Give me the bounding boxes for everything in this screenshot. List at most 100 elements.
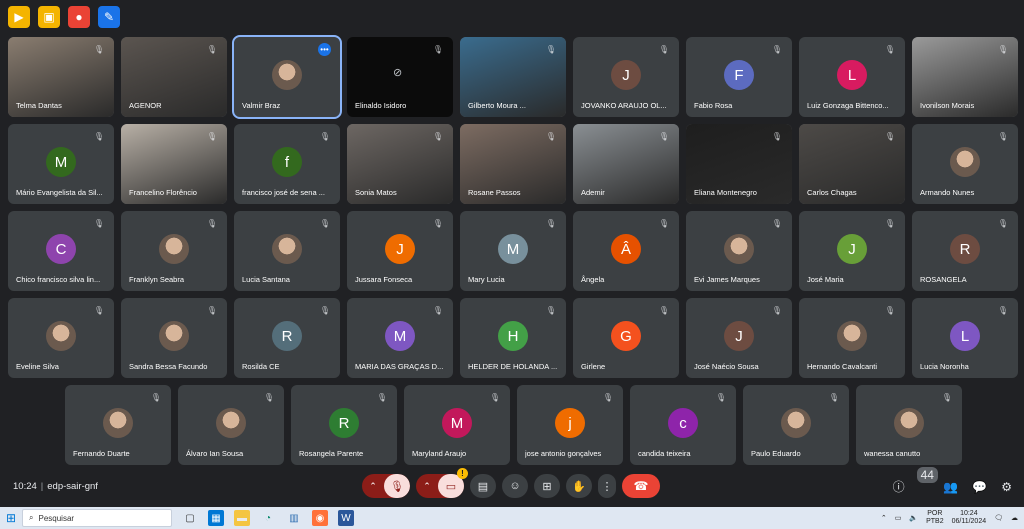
participant-tile[interactable]: f 🎙 francisco josé de sena ... [234, 124, 340, 204]
volume-icon[interactable]: 🔈 [909, 514, 918, 522]
participant-name: Telma Dantas [16, 101, 62, 110]
participant-tile[interactable]: 🎙 Franklyn Seabra [121, 211, 227, 291]
mic-muted-icon: 🎙 [206, 218, 218, 228]
participant-tile[interactable]: 🎙 Hernando Cavalcanti [799, 298, 905, 378]
participant-tile[interactable]: F 🎙 Fabio Rosa [686, 37, 792, 117]
participant-tile[interactable]: L 🎙 Lucia Noronha [912, 298, 1018, 378]
participant-tile[interactable]: 🎙 Francelino Florêncio [121, 124, 227, 204]
language-indicator[interactable]: POR PTB2 [926, 510, 944, 526]
reactions-button[interactable]: ☺ [502, 474, 528, 498]
more-options-button[interactable]: ⋮ [598, 474, 616, 498]
participant-name: Valmir Braz [242, 101, 281, 110]
participant-tile[interactable]: 🎙 Paulo Eduardo [743, 385, 849, 465]
network-icon[interactable]: ▭ [895, 514, 902, 522]
participant-tile[interactable]: 🎙 Lucia Santana [234, 211, 340, 291]
ext-icon-4[interactable]: ✎ [98, 6, 120, 28]
participant-tile[interactable]: Â 🎙 Ângela [573, 211, 679, 291]
participant-tile[interactable]: 🎙 Eliana Montenegro [686, 124, 792, 204]
app-icon[interactable]: ▥ [286, 510, 302, 526]
activities-icon[interactable]: ⚙ [1001, 480, 1012, 494]
participant-tile[interactable]: J 🎙 JOVANKO ARAUJO OL... [573, 37, 679, 117]
meeting-time: 10:24 [13, 481, 37, 492]
participant-tile[interactable]: H 🎙 HELDER DE HOLANDA ... [460, 298, 566, 378]
participant-name: Sandra Bessa Facundo [129, 362, 208, 371]
language-code: POR [927, 510, 943, 517]
participant-tile[interactable]: M 🎙 Maryland Araujo [404, 385, 510, 465]
captions-button[interactable]: ▤ [470, 474, 496, 498]
participant-name: Girlene [581, 362, 606, 371]
participant-tile[interactable]: R 🎙 Rosangela Parente [291, 385, 397, 465]
participant-tile[interactable]: 🎙 Fernando Duarte [65, 385, 171, 465]
participant-name: wanessa canutto [864, 449, 921, 458]
raise-hand-button[interactable]: ✋ [566, 474, 592, 498]
avatar: J [385, 234, 415, 264]
avatar-photo [272, 60, 302, 90]
participant-tile[interactable]: J 🎙 Jussara Fonseca [347, 211, 453, 291]
file-explorer-icon[interactable]: ▬ [234, 510, 250, 526]
notifications-icon[interactable]: 🗨 [994, 514, 1003, 522]
participant-tile[interactable]: 🎙 Armando Nunes [912, 124, 1018, 204]
participant-tile[interactable]: 🎙 Sonia Matos [347, 124, 453, 204]
participant-tile[interactable]: c 🎙 candida teixeira [630, 385, 736, 465]
avatar-photo [103, 408, 133, 438]
participant-tile[interactable]: 🎙 Carlos Chagas [799, 124, 905, 204]
participant-tile[interactable]: M 🎙 MARIA DAS GRAÇAS D... [347, 298, 453, 378]
mic-muted-icon: 🎙 [545, 131, 557, 141]
leave-call-button[interactable]: ☎ [622, 474, 660, 498]
participant-tile[interactable]: G 🎙 Girlene [573, 298, 679, 378]
weather-icon[interactable]: ☁ [1011, 514, 1018, 522]
participant-tile[interactable]: 🎙 Rosane Passos [460, 124, 566, 204]
participant-tile[interactable]: 🎙 Ademir [573, 124, 679, 204]
participant-tile[interactable]: 🎙 Telma Dantas [8, 37, 114, 117]
windows-start-icon[interactable]: ⊞ [0, 507, 22, 529]
captions-icon: ▤ [477, 480, 489, 493]
people-button[interactable]: 44 👥 [916, 466, 958, 494]
task-view-icon[interactable]: ▢ [182, 510, 198, 526]
participant-tile[interactable]: 🎙 Evi James Marques [686, 211, 792, 291]
participant-name: Fabio Rosa [694, 101, 733, 110]
taskbar-search-input[interactable]: ⌕ Pesquisar [22, 509, 172, 527]
participant-tile[interactable]: j 🎙 jose antonio gonçalves [517, 385, 623, 465]
edge-icon[interactable]: ◔ [260, 510, 276, 526]
extension-bar: ▶ ▣ ● ✎ [8, 6, 120, 28]
mic-off-button[interactable]: 🎙 [384, 474, 410, 498]
mic-muted-icon: 🎙 [545, 218, 557, 228]
avatar: M [385, 321, 415, 351]
ext-icon-3[interactable]: ● [68, 6, 90, 28]
participant-tile[interactable]: ••• Valmir Braz [232, 35, 342, 119]
participant-tile[interactable]: 🎙 Eveline Silva [8, 298, 114, 378]
ext-icon-1[interactable]: ▶ [8, 6, 30, 28]
participant-tile[interactable]: L 🎙 Luiz Gonzaga Bittenco... [799, 37, 905, 117]
mic-options-chevron-icon[interactable]: ⌃ [362, 474, 384, 498]
participant-tile[interactable]: C 🎙 Chico francisco silva lin... [8, 211, 114, 291]
camera-options-chevron-icon[interactable]: ⌃ [416, 474, 438, 498]
participant-tile[interactable]: ⊘ 🎙 Elinaldo Isidoro [347, 37, 453, 117]
participant-tile[interactable]: 🎙 AGENOR [121, 37, 227, 117]
firefox-icon[interactable]: ◉ [312, 510, 328, 526]
tray-chevron-icon[interactable]: ⌃ [881, 514, 887, 522]
participant-tile[interactable]: 🎙 Sandra Bessa Facundo [121, 298, 227, 378]
participant-tile[interactable]: M 🎙 Mary Lucia [460, 211, 566, 291]
avatar: R [272, 321, 302, 351]
participant-tile[interactable]: J 🎙 José Maria [799, 211, 905, 291]
participant-tile[interactable]: 🎙 Álvaro Ian Sousa [178, 385, 284, 465]
avatar-photo [781, 408, 811, 438]
taskbar-clock[interactable]: 10:24 06/11/2024 [952, 510, 987, 526]
participant-tile[interactable]: M 🎙 Mário Evangelista da Sil... [8, 124, 114, 204]
participant-tile[interactable]: 🎙 wanessa canutto [856, 385, 962, 465]
info-icon[interactable]: ⓘ [893, 478, 905, 495]
chat-icon[interactable]: 💬 [972, 480, 987, 494]
participant-tile[interactable]: R 🎙 ROSANGELA [912, 211, 1018, 291]
ext-icon-2[interactable]: ▣ [38, 6, 60, 28]
participant-tile[interactable]: R 🎙 Rosilda CE [234, 298, 340, 378]
participant-name: Sonia Matos [355, 188, 397, 197]
participant-tile[interactable]: 🎙 Gilberto Moura ... [460, 37, 566, 117]
participant-name: candida teixeira [638, 449, 691, 458]
participant-tile[interactable]: 🎙 Ivonilson Morais [912, 37, 1018, 117]
avatar: G [611, 321, 641, 351]
store-icon[interactable]: ▦ [208, 510, 224, 526]
participant-tile[interactable]: J 🎙 José Naécio Sousa [686, 298, 792, 378]
word-icon[interactable]: W [338, 510, 354, 526]
present-button[interactable]: ⊞ [534, 474, 560, 498]
mic-muted-icon: 🎙 [263, 392, 275, 402]
